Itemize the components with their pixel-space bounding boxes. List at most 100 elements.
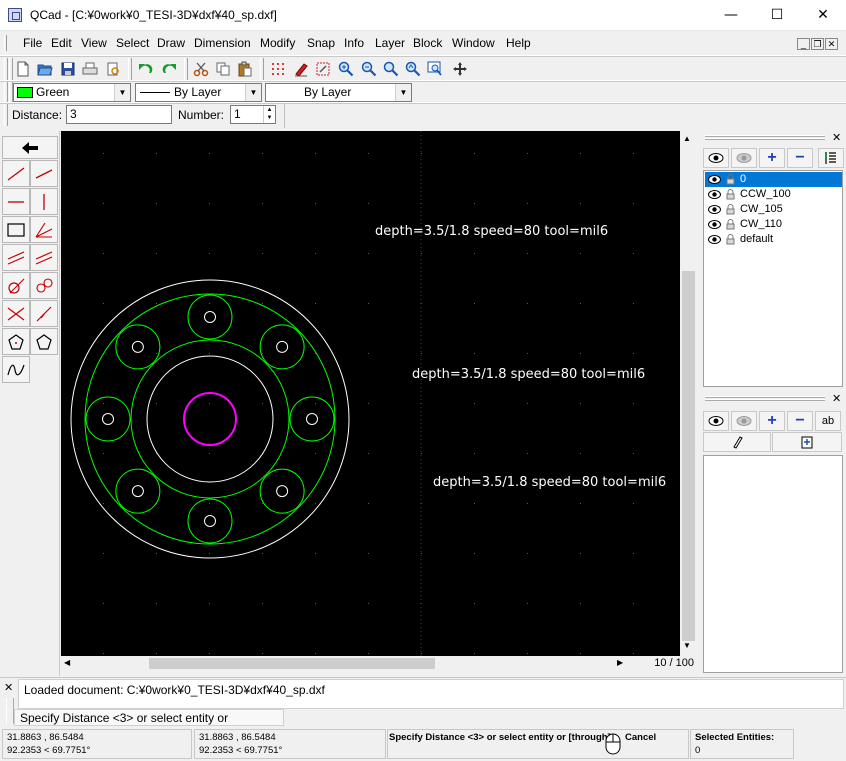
- minimize-button[interactable]: —: [708, 0, 754, 31]
- line-vertical-icon[interactable]: [30, 188, 58, 215]
- new-file-icon[interactable]: [12, 58, 34, 80]
- undo-icon[interactable]: [135, 58, 157, 80]
- layer-panel-close-icon[interactable]: ✕: [832, 131, 841, 144]
- command-close-icon[interactable]: ✕: [4, 681, 13, 694]
- redraw-icon[interactable]: [312, 58, 334, 80]
- menu-snap[interactable]: Snap: [307, 36, 335, 50]
- toolbar-grip[interactable]: [184, 58, 188, 80]
- eye-icon[interactable]: [708, 235, 721, 244]
- distance-input[interactable]: 3: [66, 105, 172, 124]
- qcad-app-icon[interactable]: [8, 8, 22, 22]
- pen-color-select[interactable]: Green ▼: [13, 83, 131, 102]
- spinbox-arrows[interactable]: ▲ ▼: [263, 106, 275, 123]
- print-preview-icon[interactable]: [102, 58, 124, 80]
- freehand-line-icon[interactable]: [2, 356, 30, 383]
- tangent-circle-icon[interactable]: [2, 272, 30, 299]
- eye-icon[interactable]: [708, 220, 721, 229]
- panel-grip[interactable]: [705, 138, 825, 140]
- paste-icon[interactable]: [234, 58, 256, 80]
- layer-list[interactable]: 0 CCW_100 CW_105 CW_110 default: [703, 170, 843, 387]
- line-horizontal-icon[interactable]: [2, 188, 30, 215]
- copy-icon[interactable]: [212, 58, 234, 80]
- eye-icon[interactable]: [708, 175, 721, 184]
- drawing-canvas[interactable]: depth=3.5/1.8 speed=80 tool=mil6 depth=3…: [61, 131, 680, 656]
- mdi-close-button[interactable]: ✕: [825, 38, 838, 50]
- menu-block[interactable]: Block: [413, 36, 442, 50]
- lock-icon[interactable]: [726, 204, 735, 215]
- scroll-up-icon[interactable]: ▲: [683, 134, 691, 143]
- zoom-window-icon[interactable]: [424, 58, 446, 80]
- toolbar-grip[interactable]: [4, 104, 8, 126]
- menu-help[interactable]: Help: [506, 36, 531, 50]
- menu-edit[interactable]: Edit: [51, 36, 72, 50]
- number-spinbox[interactable]: 1 ▲ ▼: [230, 105, 276, 124]
- eye-icon[interactable]: [708, 190, 721, 199]
- redo-icon[interactable]: [158, 58, 180, 80]
- line-2p-icon[interactable]: [2, 160, 30, 187]
- eye-icon[interactable]: [708, 205, 721, 214]
- menu-select[interactable]: Select: [116, 36, 149, 50]
- block-list[interactable]: [703, 455, 843, 673]
- layer-row[interactable]: 0: [705, 172, 842, 187]
- vertical-scroll-thumb[interactable]: [682, 271, 695, 641]
- print-icon[interactable]: [79, 58, 101, 80]
- save-icon[interactable]: [57, 58, 79, 80]
- panel-grip[interactable]: [705, 396, 825, 398]
- zoom-out-icon[interactable]: [358, 58, 380, 80]
- mdi-minimize-button[interactable]: _: [797, 38, 810, 50]
- polygon-center-icon[interactable]: [2, 328, 30, 355]
- close-button[interactable]: ✕: [800, 0, 846, 31]
- zoom-previous-icon[interactable]: [402, 58, 424, 80]
- lock-icon[interactable]: [726, 174, 735, 185]
- add-block-button[interactable]: +: [759, 411, 785, 431]
- menu-window[interactable]: Window: [452, 36, 495, 50]
- toolbar-grip[interactable]: [260, 58, 264, 80]
- draft-mode-icon[interactable]: [290, 58, 312, 80]
- hide-all-layers-icon[interactable]: [731, 148, 757, 168]
- layer-row[interactable]: default: [705, 232, 842, 247]
- command-grip[interactable]: [6, 698, 14, 724]
- parallel-through-icon[interactable]: [30, 244, 58, 271]
- grid-toggle-icon[interactable]: [267, 58, 289, 80]
- layer-row[interactable]: CW_105: [705, 202, 842, 217]
- command-input[interactable]: Specify Distance <3> or select entity or…: [14, 709, 284, 739]
- toolbar-grip[interactable]: [4, 82, 8, 102]
- insert-block-icon[interactable]: [772, 432, 842, 452]
- orthogonal-line-icon[interactable]: [2, 300, 30, 327]
- line-angle-icon[interactable]: [30, 160, 58, 187]
- show-all-layers-icon[interactable]: [703, 148, 729, 168]
- menu-file[interactable]: File: [23, 36, 42, 50]
- zoom-in-icon[interactable]: [335, 58, 357, 80]
- layer-row[interactable]: CW_110: [705, 217, 842, 232]
- open-file-icon[interactable]: [34, 58, 56, 80]
- scroll-right-icon[interactable]: ▶: [617, 658, 623, 667]
- toolbar-grip[interactable]: [128, 58, 132, 80]
- horizontal-scrollbar[interactable]: ◀ ▶: [61, 656, 628, 671]
- layer-row[interactable]: CCW_100: [705, 187, 842, 202]
- menu-draw[interactable]: Draw: [157, 36, 185, 50]
- show-all-blocks-icon[interactable]: [703, 411, 729, 431]
- relative-angle-icon[interactable]: [30, 300, 58, 327]
- scroll-left-icon[interactable]: ◀: [64, 658, 70, 667]
- zoom-pan-icon[interactable]: [449, 58, 471, 80]
- rectangle-icon[interactable]: [2, 216, 30, 243]
- zoom-auto-icon[interactable]: [380, 58, 402, 80]
- menu-view[interactable]: View: [81, 36, 107, 50]
- menu-dimension[interactable]: Dimension: [194, 36, 251, 50]
- mdi-restore-button[interactable]: ❐: [811, 38, 824, 50]
- vertical-scrollbar[interactable]: ▲ ▼: [680, 131, 697, 656]
- back-arrow-icon[interactable]: [2, 136, 58, 159]
- menu-layer[interactable]: Layer: [375, 36, 405, 50]
- edit-layer-icon[interactable]: [818, 148, 844, 168]
- maximize-button[interactable]: ☐: [754, 0, 800, 31]
- pen-linewidth-select[interactable]: By Layer ▼: [265, 83, 412, 102]
- remove-block-button[interactable]: −: [787, 411, 813, 431]
- hide-all-blocks-icon[interactable]: [731, 411, 757, 431]
- menu-modify[interactable]: Modify: [260, 36, 295, 50]
- toolbar-grip[interactable]: [4, 58, 8, 80]
- lock-icon[interactable]: [726, 189, 735, 200]
- polygon-corner-icon[interactable]: [30, 328, 58, 355]
- panel-grip[interactable]: [705, 135, 825, 137]
- pen-linetype-select[interactable]: By Layer ▼: [135, 83, 262, 102]
- add-layer-button[interactable]: +: [759, 148, 785, 168]
